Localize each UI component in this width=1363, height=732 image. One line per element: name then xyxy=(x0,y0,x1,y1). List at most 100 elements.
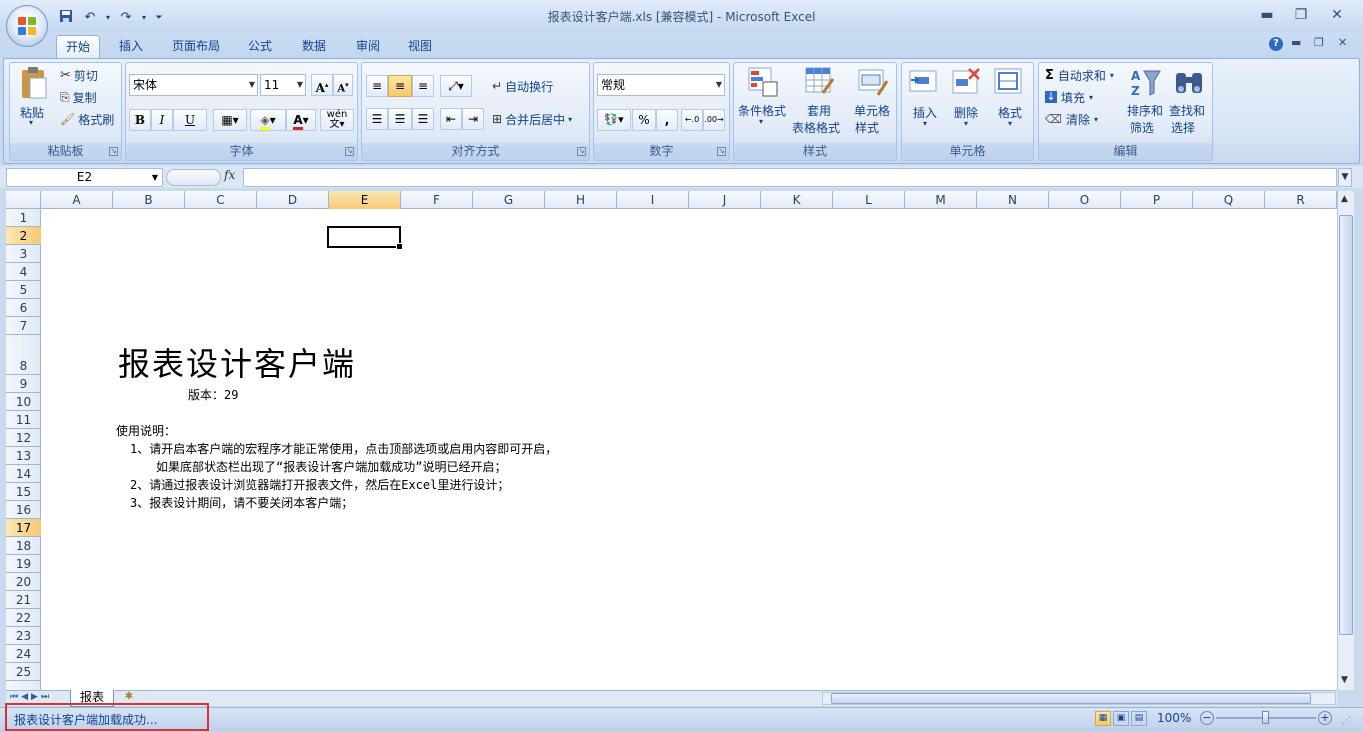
select-all-corner[interactable] xyxy=(6,191,41,209)
bold-button[interactable]: B xyxy=(129,109,151,131)
vertical-scroll-thumb[interactable] xyxy=(1339,215,1353,635)
row-header[interactable]: 9 xyxy=(6,375,41,393)
paste-button[interactable]: 粘贴 ▾ xyxy=(14,64,54,134)
align-center-icon[interactable]: ☰ xyxy=(388,108,412,130)
column-header[interactable]: K xyxy=(761,191,833,209)
row-header[interactable]: 16 xyxy=(6,501,41,519)
underline-button[interactable]: U xyxy=(173,109,207,131)
insert-function-button[interactable]: fx xyxy=(224,168,235,182)
row-header[interactable]: 8 xyxy=(6,335,41,375)
row-header[interactable]: 21 xyxy=(6,591,41,609)
clear-button[interactable]: ⌫ 清除 ▾ xyxy=(1045,110,1098,128)
format-painter-button[interactable]: 🖌 格式刷 xyxy=(60,110,114,128)
align-middle-icon[interactable]: ≡ xyxy=(388,75,412,97)
align-bottom-icon[interactable]: ≡ xyxy=(412,75,434,97)
row-header[interactable]: 7 xyxy=(6,317,41,335)
column-header[interactable]: E xyxy=(329,191,401,209)
row-header[interactable]: 11 xyxy=(6,411,41,429)
zoom-out-icon[interactable]: − xyxy=(1200,711,1214,725)
row-header[interactable]: 2 xyxy=(6,227,41,245)
row-header[interactable]: 4 xyxy=(6,263,41,281)
column-header[interactable]: I xyxy=(617,191,689,209)
sort-filter-button[interactable]: AZ 排序和 筛选 xyxy=(1126,64,1166,136)
column-header[interactable]: A xyxy=(41,191,113,209)
column-header[interactable]: R xyxy=(1265,191,1337,209)
column-header[interactable]: F xyxy=(401,191,473,209)
row-header[interactable]: 6 xyxy=(6,299,41,317)
name-box[interactable]: E2 ▼ xyxy=(6,168,163,187)
font-name-select[interactable]: 宋体 ▼ xyxy=(129,74,258,96)
zoom-in-icon[interactable]: + xyxy=(1318,711,1332,725)
copy-button[interactable]: ⎘ 复制 xyxy=(60,88,97,106)
close-button[interactable]: ✕ xyxy=(1322,4,1352,26)
row-header[interactable]: 19 xyxy=(6,555,41,573)
tab-insert[interactable]: 插入 xyxy=(110,35,152,58)
grow-font-icon[interactable]: A▴ xyxy=(311,74,333,96)
font-launcher-icon[interactable]: ↘ xyxy=(345,147,354,156)
orientation-icon[interactable]: ⤢▾ xyxy=(440,75,472,97)
shrink-font-icon[interactable]: A▾ xyxy=(333,74,353,96)
column-header[interactable]: O xyxy=(1049,191,1121,209)
row-header[interactable]: 23 xyxy=(6,627,41,645)
cut-button[interactable]: ✂ 剪切 xyxy=(60,66,98,84)
sheet-nav-arrows-icon[interactable]: ⏮◀▶⏭ xyxy=(10,692,52,702)
scroll-up-icon[interactable]: ▲ xyxy=(1341,194,1348,204)
align-left-icon[interactable]: ☰ xyxy=(366,108,388,130)
merge-center-button[interactable]: ⊞ 合并后居中 ▾ xyxy=(492,108,572,130)
column-header[interactable]: Q xyxy=(1193,191,1265,209)
find-select-button[interactable]: 查找和 选择 xyxy=(1168,64,1210,136)
row-header[interactable]: 10 xyxy=(6,393,41,411)
tab-view[interactable]: 视图 xyxy=(398,35,442,58)
fill-color-icon[interactable]: ◈▾ xyxy=(250,109,286,131)
active-cell[interactable] xyxy=(327,226,403,250)
column-header[interactable]: N xyxy=(977,191,1049,209)
row-header[interactable]: 5 xyxy=(6,281,41,299)
ribbon-close-icon[interactable]: ✕ xyxy=(1338,36,1347,49)
page-layout-view-icon[interactable]: ▣ xyxy=(1113,711,1129,726)
insert-cells-button[interactable]: 插入 ▾ xyxy=(905,64,945,136)
row-header[interactable]: 20 xyxy=(6,573,41,591)
column-header[interactable]: D xyxy=(257,191,329,209)
font-color-icon[interactable]: A▾ xyxy=(286,109,316,131)
row-header[interactable]: 24 xyxy=(6,645,41,663)
row-header[interactable]: 18 xyxy=(6,537,41,555)
zoom-level[interactable]: 100% xyxy=(1157,711,1191,725)
increase-indent-icon[interactable]: ⇥ xyxy=(462,108,484,130)
alignment-launcher-icon[interactable]: ↘ xyxy=(577,147,586,156)
font-size-select[interactable]: 11 ▼ xyxy=(260,74,306,96)
formula-input[interactable] xyxy=(243,168,1337,187)
formula-expand-handle[interactable] xyxy=(166,169,221,186)
phonetic-button[interactable]: wén 文▾ xyxy=(320,109,354,131)
tab-page-layout[interactable]: 页面布局 xyxy=(164,35,228,58)
worksheet-grid[interactable]: ABCDEFGHIJKLMNOPQR 1 2 3 4 5 6 7 8 9 10 11 12 13 14 15… xyxy=(6,191,1337,690)
ribbon-restore-icon[interactable]: ❐ xyxy=(1314,36,1324,49)
restore-button[interactable]: ❐ xyxy=(1286,4,1316,26)
italic-button[interactable]: I xyxy=(151,109,173,131)
tab-home[interactable]: 开始 xyxy=(56,35,100,58)
chevron-down-icon[interactable]: ▼ xyxy=(1338,168,1352,187)
number-launcher-icon[interactable]: ↘ xyxy=(717,147,726,156)
wrap-text-button[interactable]: ↵ 自动换行 xyxy=(492,75,553,97)
autosum-button[interactable]: Σ 自动求和 ▾ xyxy=(1045,66,1114,84)
row-header[interactable]: 13 xyxy=(6,447,41,465)
decrease-decimal-icon[interactable]: .00→ xyxy=(703,109,725,131)
normal-view-icon[interactable]: ▦ xyxy=(1095,711,1111,726)
border-icon[interactable]: ▦▾ xyxy=(213,109,247,131)
currency-icon[interactable]: 💱▾ xyxy=(597,109,631,131)
cell-styles-button[interactable]: 单元格 样式 xyxy=(852,64,896,136)
column-header[interactable]: C xyxy=(185,191,257,209)
format-cells-button[interactable]: 格式 ▾ xyxy=(990,64,1030,136)
row-header[interactable]: 22 xyxy=(6,609,41,627)
page-break-view-icon[interactable]: ▤ xyxy=(1131,711,1147,726)
column-header[interactable]: L xyxy=(833,191,905,209)
delete-cells-button[interactable]: 删除 ▾ xyxy=(946,64,988,136)
row-header[interactable]: 15 xyxy=(6,483,41,501)
fill-button[interactable]: ↓ 填充 ▾ xyxy=(1045,88,1093,106)
clipboard-launcher-icon[interactable]: ↘ xyxy=(109,147,118,156)
row-header[interactable]: 25 xyxy=(6,663,41,681)
column-header[interactable]: G xyxy=(473,191,545,209)
tab-review[interactable]: 审阅 xyxy=(346,35,390,58)
align-right-icon[interactable]: ☰ xyxy=(412,108,434,130)
column-header[interactable]: H xyxy=(545,191,617,209)
horizontal-scroll-thumb[interactable] xyxy=(831,693,1311,704)
